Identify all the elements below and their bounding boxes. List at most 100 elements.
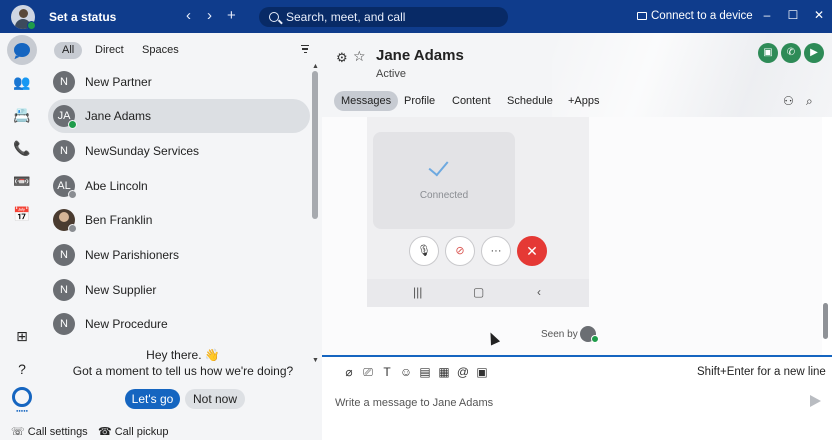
call-settings-button[interactable]: ☏ Call settings <box>11 425 88 438</box>
help-icon[interactable]: ? <box>7 354 37 384</box>
search-icon <box>269 12 279 22</box>
phone-nav-bar: ||| ▢ ‹ <box>367 279 589 307</box>
end-call-icon: ✕ <box>517 236 547 266</box>
message-scrollbar[interactable] <box>822 117 830 353</box>
tab-apps[interactable]: +Apps <box>561 91 607 111</box>
call-settings-label: Call settings <box>27 426 88 438</box>
clock-icon <box>68 190 77 199</box>
call-pickup-button[interactable]: ☎ Call pickup <box>98 425 169 438</box>
close-window-button[interactable]: ✕ <box>812 8 826 22</box>
filter-tab-all[interactable]: All <box>54 42 83 59</box>
forward-arrow-icon[interactable]: › <box>207 7 212 25</box>
composer-divider <box>322 355 832 357</box>
contact-name: New Partner <box>85 75 152 89</box>
mouse-cursor-icon <box>485 330 501 346</box>
avatar: N <box>53 244 75 266</box>
set-status-button[interactable]: Set a status <box>49 10 116 24</box>
title-bar: Set a status ‹ › + Search, meet, and cal… <box>0 0 832 33</box>
left-rail: 👥 📇 📞 📼 📅 ⊞ ? ●●●●● <box>0 33 44 440</box>
shared-screenshot[interactable]: Connected 🎙 ⊘ ··· ✕ ||| ▢ ‹ <box>367 117 589 307</box>
presence-indicator <box>27 21 36 30</box>
scroll-thumb[interactable] <box>823 303 828 339</box>
audio-call-button[interactable]: ✆ <box>781 43 801 63</box>
conversation-panel: ⚙ ☆ Jane Adams Active ▣ ✆ ▶ Messages Pro… <box>322 33 832 440</box>
contact-name: New Procedure <box>85 317 168 331</box>
add-icon[interactable]: + <box>227 7 236 25</box>
share-screen-button[interactable]: ▣ <box>758 43 778 63</box>
list-item[interactable]: JA Jane Adams <box>48 99 310 133</box>
maximize-button[interactable]: ☐ <box>786 8 800 22</box>
filter-tab-direct[interactable]: Direct <box>87 42 132 59</box>
message-input[interactable]: Write a message to Jane Adams <box>335 397 805 409</box>
phone-settings-icon: ☏ <box>11 426 25 438</box>
filter-icon[interactable] <box>301 45 309 53</box>
connect-device-button[interactable]: Connect to a device <box>637 10 753 22</box>
back-icon: ‹ <box>537 285 541 299</box>
video-call-button[interactable]: ▶ <box>804 43 824 63</box>
avatar: N <box>53 140 75 162</box>
seen-by-label: Seen by <box>541 329 578 340</box>
messaging-icon[interactable] <box>7 35 37 65</box>
back-arrow-icon[interactable]: ‹ <box>186 7 191 25</box>
attach-icon[interactable]: ⌀ <box>342 365 356 379</box>
voicemail-icon[interactable]: 📼 <box>7 166 37 196</box>
gear-icon[interactable]: ⚙ <box>336 50 348 66</box>
calling-icon[interactable]: 📞 <box>7 133 37 163</box>
list-item[interactable]: Ben Franklin <box>48 203 310 237</box>
minimize-button[interactable]: – <box>760 8 774 22</box>
presence-badge <box>68 120 77 129</box>
mention-icon[interactable]: @ <box>456 365 470 379</box>
microphone-icon: 🎙 <box>409 236 439 266</box>
avatar: N <box>53 313 75 335</box>
connect-device-label: Connect to a device <box>651 10 753 22</box>
list-item[interactable]: N New Procedure <box>48 307 310 341</box>
contact-name: Ben Franklin <box>85 213 153 227</box>
emoji-icon[interactable]: ☺ <box>399 365 413 379</box>
tab-messages[interactable]: Messages <box>334 91 399 111</box>
sticker-icon[interactable]: ▦ <box>437 365 451 379</box>
contacts-icon[interactable]: 📇 <box>7 100 37 130</box>
format-text-icon[interactable]: T <box>380 365 394 379</box>
filter-tab-spaces[interactable]: Spaces <box>134 42 187 59</box>
contact-name: New Supplier <box>85 283 157 297</box>
shortcut-hint: Shift+Enter for a new line <box>697 366 826 378</box>
call-pickup-label: Call pickup <box>114 426 169 438</box>
search-placeholder: Search, meet, and call <box>286 10 406 24</box>
scroll-up-icon[interactable]: ▲ <box>312 63 319 70</box>
tab-schedule[interactable]: Schedule <box>500 91 560 111</box>
list-item[interactable]: AL Abe Lincoln <box>48 169 310 203</box>
screen-capture-icon[interactable]: ⎚ <box>361 365 375 380</box>
check-icon <box>428 155 449 177</box>
not-now-button[interactable]: Not now <box>185 389 245 409</box>
teams-icon[interactable]: 👥 <box>7 67 37 97</box>
presence-indicator <box>591 335 599 343</box>
whiteboard-icon[interactable]: ▣ <box>475 365 489 379</box>
lets-go-button[interactable]: Let's go <box>125 389 180 409</box>
contact-name: New Parishioners <box>85 248 180 262</box>
avatar: N <box>53 279 75 301</box>
contact-list-panel: All Direct Spaces N New Partner JA Jane … <box>44 33 322 440</box>
list-item[interactable]: N New Parishioners <box>48 238 310 272</box>
send-icon[interactable] <box>810 395 821 407</box>
add-people-icon[interactable]: ⚇ <box>783 94 794 108</box>
contact-name: Abe Lincoln <box>85 179 148 193</box>
list-item[interactable]: N New Supplier <box>48 273 310 307</box>
device-icon <box>637 12 647 20</box>
list-item[interactable]: N NewSunday Services <box>48 134 310 168</box>
star-icon[interactable]: ☆ <box>353 48 366 65</box>
more-icon: ··· <box>481 236 511 266</box>
message-area: Connected 🎙 ⊘ ··· ✕ ||| ▢ ‹ Seen by <box>322 117 822 355</box>
apps-icon[interactable]: ⊞ <box>7 321 37 351</box>
list-item[interactable]: N New Partner <box>48 65 310 99</box>
page-title: Jane Adams <box>376 47 464 64</box>
search-input[interactable]: Search, meet, and call <box>259 7 508 27</box>
contact-list-scrollbar[interactable]: ▲ ▼ <box>312 63 319 368</box>
contact-name: NewSunday Services <box>85 144 200 158</box>
tab-profile[interactable]: Profile <box>397 91 442 111</box>
scroll-thumb[interactable] <box>312 71 318 219</box>
tab-content[interactable]: Content <box>445 91 498 111</box>
status-text: Active <box>376 68 406 80</box>
calendar-icon[interactable]: 📅 <box>7 199 37 229</box>
gif-icon[interactable]: ▤ <box>418 365 432 379</box>
search-icon[interactable]: ⌕ <box>806 94 813 109</box>
